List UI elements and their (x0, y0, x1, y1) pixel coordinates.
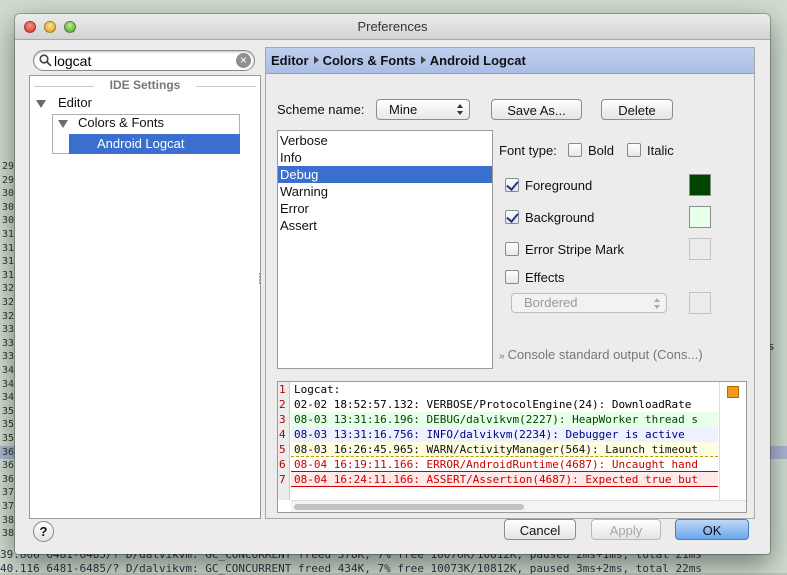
breadcrumb-item: Editor (271, 53, 309, 68)
effects-label: Effects (525, 270, 565, 285)
preferences-window: Preferences × IDE Settings Editor Colors… (15, 14, 770, 554)
error-stripe-label: Error Stripe Mark (525, 242, 624, 257)
line-number-gutter: 1 2 3 4 5 6 7 (278, 382, 290, 500)
error-stripe-marker-icon[interactable] (727, 386, 739, 398)
error-stripe-checkbox[interactable] (505, 242, 519, 256)
updown-arrows-icon (457, 104, 464, 115)
console-output-link[interactable]: » Console standard output (Cons...) (499, 347, 703, 365)
apply-button[interactable]: Apply (591, 519, 661, 540)
updown-arrows-icon (654, 298, 661, 309)
logcat-preview-editor[interactable]: 1 2 3 4 5 6 7 Logcat: 02-02 18:52:57.132… (277, 381, 747, 513)
search-icon (39, 54, 52, 67)
breadcrumb-arrow-icon (420, 56, 426, 64)
line-number: 2 (279, 398, 286, 411)
tree-section-header: IDE Settings (30, 78, 260, 94)
line-number: 5 (279, 443, 286, 456)
breadcrumb-item: Colors & Fonts (322, 53, 416, 68)
background-label: Background (525, 210, 595, 225)
breadcrumb-arrow-icon (313, 56, 319, 64)
preview-line-warning: 08-03 16:26:45.965: WARN/ActivityManager… (291, 442, 718, 457)
background-checkbox[interactable] (505, 210, 519, 224)
minimize-window-button[interactable] (44, 21, 56, 33)
effects-color-swatch[interactable] (689, 292, 711, 314)
error-stripe-color-swatch[interactable] (689, 238, 711, 260)
list-item-info[interactable]: Info (278, 149, 492, 166)
preview-line-assert: 08-04 16:24:11.166: ASSERT/Assertion(468… (291, 472, 718, 487)
horizontal-scrollbar[interactable] (291, 500, 746, 512)
foreground-label: Foreground (525, 178, 593, 193)
settings-search-box[interactable]: × (33, 50, 255, 71)
preview-line-debug: 08-03 13:31:16.196: DEBUG/dalvikvm(2227)… (291, 412, 718, 427)
tree-item-android-logcat[interactable]: Android Logcat (69, 134, 240, 154)
line-number: 6 (279, 458, 286, 471)
clear-search-icon[interactable]: × (236, 53, 251, 68)
line-number: 7 (279, 473, 286, 486)
settings-tree[interactable]: IDE Settings Editor Colors & Fonts Andro… (29, 75, 261, 519)
help-button[interactable]: ? (33, 521, 54, 542)
delete-button[interactable]: Delete (601, 99, 673, 120)
splitter-handle[interactable] (257, 272, 263, 286)
list-item-warning[interactable]: Warning (278, 183, 492, 200)
list-item-debug[interactable]: Debug (278, 166, 492, 183)
title-bar: Preferences (15, 14, 770, 40)
vertical-divider (719, 382, 720, 500)
list-item-verbose[interactable]: Verbose (278, 132, 492, 149)
background-color-swatch[interactable] (689, 206, 711, 228)
effects-checkbox[interactable] (505, 270, 519, 284)
list-item-error[interactable]: Error (278, 200, 492, 217)
line-number: 1 (279, 383, 286, 396)
font-type-label: Font type: (499, 143, 557, 158)
list-item-assert[interactable]: Assert (278, 217, 492, 234)
expand-arrow-icon[interactable] (36, 100, 46, 108)
foreground-color-swatch[interactable] (689, 174, 711, 196)
console-output-label: Console standard output (Cons...) (507, 347, 703, 362)
bold-checkbox[interactable] (568, 143, 582, 157)
scheme-name-label: Scheme name: (277, 102, 365, 117)
breadcrumb: Editor Colors & Fonts Android Logcat (266, 48, 754, 74)
bold-label: Bold (588, 143, 615, 158)
italic-label: Italic (647, 143, 674, 158)
search-input[interactable] (54, 52, 229, 69)
window-title: Preferences (357, 19, 428, 34)
scheme-name-value: Mine (389, 102, 418, 117)
cancel-button[interactable]: Cancel (504, 519, 576, 540)
breadcrumb-item: Android Logcat (429, 53, 526, 68)
settings-panel: Editor Colors & Fonts Android Logcat Schem… (265, 47, 755, 519)
log-level-list[interactable]: Verbose Info Debug Warning Error Assert (277, 130, 493, 369)
background-log-line: 40.116 6481-6485/? D/dalvikvm: GC_CONCUR… (0, 562, 702, 575)
double-chevron-icon: » (499, 351, 505, 362)
save-as-button[interactable]: Save As... (491, 99, 582, 120)
tree-item-editor[interactable]: Editor (58, 94, 92, 112)
expand-arrow-icon[interactable] (58, 120, 68, 128)
tree-item-colors-fonts[interactable]: Colors & Fonts (78, 114, 164, 132)
help-icon: ? (39, 524, 48, 539)
preview-line-header: Logcat: (294, 383, 341, 396)
close-window-button[interactable] (24, 21, 36, 33)
preview-line-verbose: 02-02 18:52:57.132: VERBOSE/ProtocolEngi… (294, 398, 692, 411)
italic-checkbox[interactable] (627, 143, 641, 157)
effects-type-select[interactable]: Bordered (511, 293, 667, 313)
effects-type-value: Bordered (524, 295, 578, 310)
zoom-window-button[interactable] (64, 21, 76, 33)
line-number: 3 (279, 413, 286, 426)
line-number: 4 (279, 428, 286, 441)
ok-button[interactable]: OK (675, 519, 749, 540)
preview-line-info: 08-03 13:31:16.756: INFO/dalvikvm(2234):… (291, 427, 718, 442)
preview-line-error: 08-04 16:19:11.166: ERROR/AndroidRuntime… (291, 457, 718, 472)
scheme-name-select[interactable]: Mine (376, 99, 470, 120)
foreground-checkbox[interactable] (505, 178, 519, 192)
scrollbar-thumb[interactable] (294, 504, 524, 510)
